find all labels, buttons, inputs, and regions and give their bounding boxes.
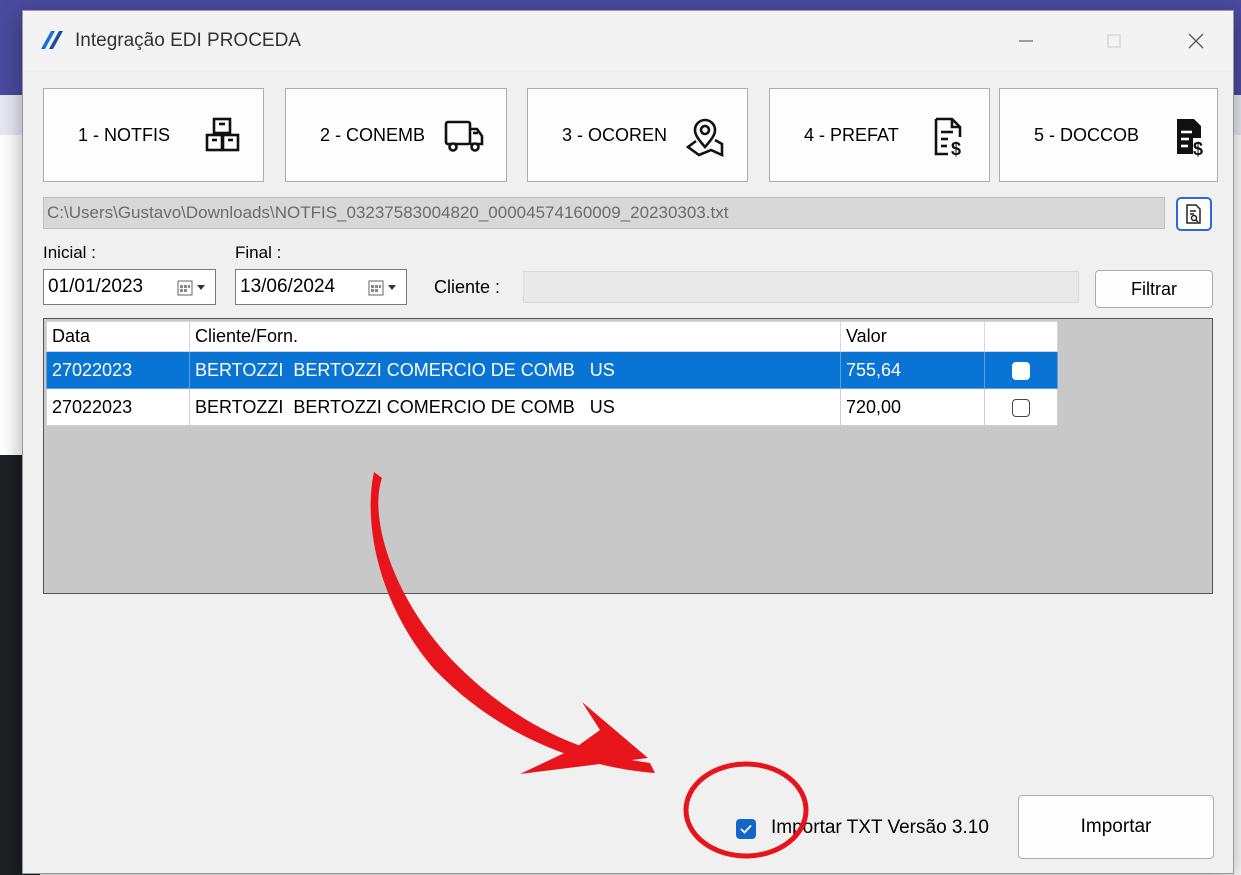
cell-data[interactable]: 27022023 [46, 351, 190, 389]
table-row[interactable]: 27022023 BERTOZZI BERTOZZI COMERCIO DE C… [46, 351, 1058, 389]
cliente-input[interactable] [523, 271, 1079, 303]
tab-doccob[interactable]: 5 - DOCCOB $ [999, 88, 1218, 182]
minimize-icon [1019, 40, 1033, 42]
cell-check[interactable] [984, 351, 1058, 389]
close-icon [1188, 33, 1204, 49]
inicial-date-picker[interactable]: 01/01/2023 [43, 269, 216, 305]
document-money-filled-icon: $ [1177, 119, 1203, 157]
import-version-checkbox[interactable] [736, 819, 756, 839]
svg-text:$: $ [1193, 139, 1203, 157]
column-header-valor[interactable]: Valor [840, 321, 985, 352]
boxes-icon [205, 117, 240, 152]
row-checkbox[interactable] [1012, 361, 1030, 380]
map-pin-icon [685, 118, 724, 157]
svg-text:$: $ [951, 139, 961, 157]
browse-file-button[interactable] [1176, 197, 1212, 231]
filter-button[interactable]: Filtrar [1095, 270, 1213, 308]
column-header-cliente[interactable]: Cliente/Forn. [189, 321, 841, 352]
window-title: Integração EDI PROCEDA [75, 30, 301, 51]
close-button[interactable] [1173, 21, 1219, 61]
cell-cliente[interactable]: BERTOZZI BERTOZZI COMERCIO DE COMB US [189, 351, 841, 389]
check-icon [740, 824, 752, 834]
inicial-label: Inicial : [43, 243, 96, 262]
import-button[interactable]: Importar [1018, 795, 1214, 859]
tab-doccob-label: 5 - DOCCOB [1034, 125, 1140, 145]
final-date-value: 13/06/2024 [240, 276, 336, 297]
title-bar: Integração EDI PROCEDA [23, 11, 1233, 71]
tab-ocoren-label: 3 - OCOREN [562, 125, 668, 145]
final-label: Final : [235, 243, 282, 262]
tab-prefat-label: 4 - PREFAT [804, 125, 899, 145]
final-date-picker[interactable]: 13/06/2024 [235, 269, 407, 305]
tab-prefat[interactable]: 4 - PREFAT $ [769, 88, 990, 182]
table-header-row: Data Cliente/Forn. Valor [46, 321, 1058, 352]
app-logo-icon [41, 31, 63, 49]
cliente-label: Cliente : [434, 277, 501, 297]
tab-ocoren[interactable]: 3 - OCOREN [527, 88, 748, 182]
results-grid: Data Cliente/Forn. Valor 27022023 BERTOZ… [43, 318, 1213, 594]
cell-data[interactable]: 27022023 [46, 388, 190, 426]
maximize-button[interactable] [1091, 21, 1137, 61]
cell-check[interactable] [984, 388, 1058, 426]
tab-conemb-label: 2 - CONEMB [320, 125, 426, 145]
file-path-field[interactable]: C:\Users\Gustavo\Downloads\NOTFIS_032375… [43, 197, 1165, 229]
calendar-dropdown-icon[interactable] [368, 280, 400, 296]
truck-icon [444, 120, 484, 152]
inicial-date-value: 01/01/2023 [48, 276, 144, 297]
cell-valor[interactable]: 755,64 [840, 351, 985, 389]
cell-cliente[interactable]: BERTOZZI BERTOZZI COMERCIO DE COMB US [189, 388, 841, 426]
minimize-button[interactable] [1003, 21, 1049, 61]
tab-conemb[interactable]: 2 - CONEMB [285, 88, 507, 182]
column-header-data[interactable]: Data [46, 321, 190, 352]
column-header-check[interactable] [984, 321, 1058, 352]
maximize-icon [1107, 34, 1121, 48]
calendar-dropdown-icon[interactable] [177, 280, 209, 296]
document-money-icon: $ [934, 117, 962, 157]
import-version-label[interactable]: Importar TXT Versão 3.10 [771, 817, 989, 839]
document-search-icon [1186, 204, 1201, 224]
row-checkbox[interactable] [1012, 398, 1030, 417]
tab-notfis-label: 1 - NOTFIS [78, 125, 171, 145]
table-row[interactable]: 27022023 BERTOZZI BERTOZZI COMERCIO DE C… [46, 388, 1058, 426]
edi-proceda-window: Integração EDI PROCEDA 1 - NOTFIS 2 - CO… [22, 10, 1234, 874]
tab-notfis[interactable]: 1 - NOTFIS [43, 88, 264, 182]
results-table: Data Cliente/Forn. Valor 27022023 BERTOZ… [46, 321, 1058, 426]
cell-valor[interactable]: 720,00 [840, 388, 985, 426]
